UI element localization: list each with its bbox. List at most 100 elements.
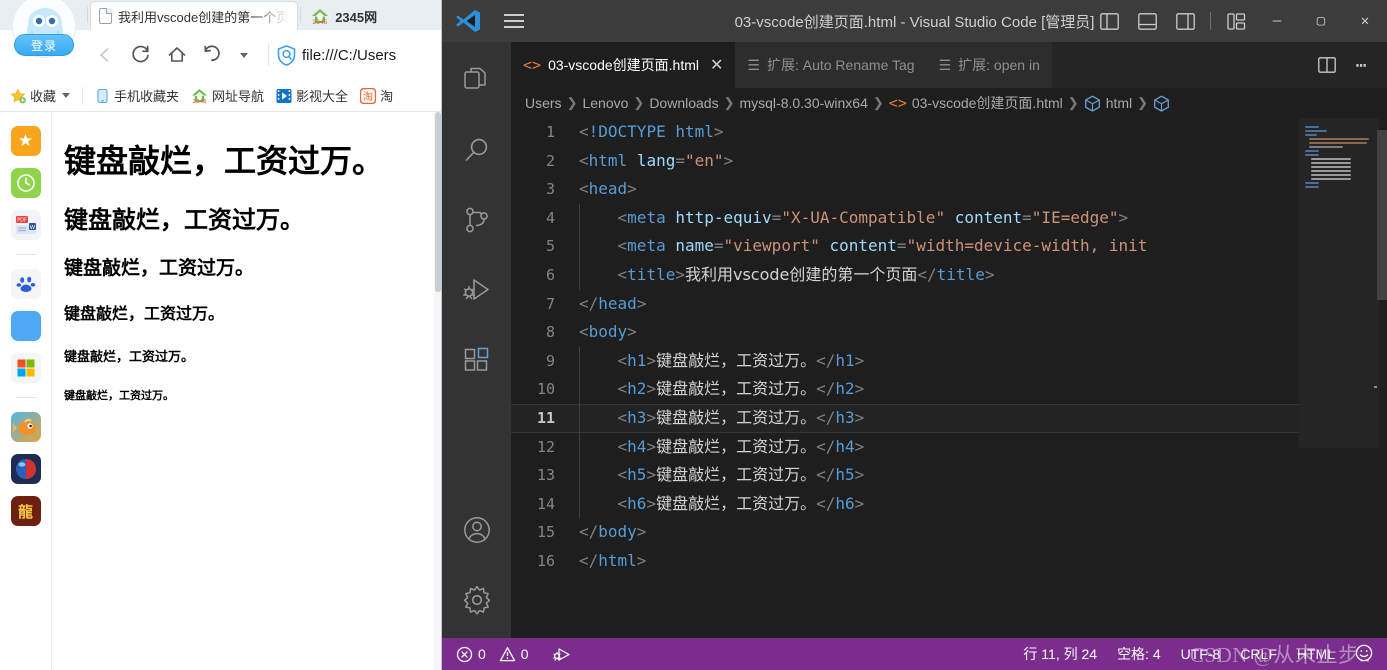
code-editor[interactable]: 1 <!DOCTYPE html> 2 <html lang="en"> 3 <head>…: [511, 118, 1387, 638]
microsoft-icon[interactable]: [10, 353, 41, 383]
indentation-status[interactable]: 空格: 4: [1117, 644, 1161, 664]
problems-status[interactable]: 0 0: [456, 646, 529, 663]
explorer-icon[interactable]: [453, 56, 501, 104]
settings-gear-icon[interactable]: [453, 576, 501, 624]
editor-tab-2[interactable]: ☰ 扩展: open in: [926, 42, 1052, 88]
editor-scrollbar-thumb[interactable]: [1377, 130, 1387, 300]
code-token: content: [954, 207, 1023, 227]
code-line[interactable]: 14 <h6>键盘敲烂，工资过万。</h6>: [511, 489, 1299, 519]
code-text: <h1>键盘敲烂，工资过万。</h1>: [579, 346, 864, 376]
code-line[interactable]: 9 <h1>键盘敲烂，工资过万。</h1>: [511, 346, 1299, 376]
dragon-game-icon[interactable]: 龍: [10, 496, 41, 526]
code-line[interactable]: 15 </body>: [511, 518, 1299, 547]
more-actions-icon[interactable]: ⋯: [1345, 42, 1377, 88]
history-clock-icon[interactable]: [10, 168, 41, 198]
favorites-icon[interactable]: ★: [10, 126, 41, 156]
code-line[interactable]: 3 <head>: [511, 175, 1299, 204]
vscode-window: 03-vscode创建页面.html - Visual Studio Code …: [442, 0, 1387, 670]
close-icon[interactable]: ✕: [710, 55, 723, 75]
home-button[interactable]: [160, 38, 194, 72]
fish-game-icon[interactable]: [10, 412, 41, 442]
code-token: 键盘敲烂，工资过万。: [656, 350, 817, 370]
code-token: >: [854, 493, 865, 513]
run-and-debug-icon[interactable]: [453, 266, 501, 314]
code-line[interactable]: 5 <meta name="viewport" content="width=d…: [511, 232, 1299, 261]
minimize-button[interactable]: —: [1255, 0, 1299, 42]
title-bar-actions: — ▢ ✕: [1090, 0, 1387, 42]
address-bar[interactable]: file:///C:/Users: [277, 44, 442, 66]
breadcrumb-item-5[interactable]: html: [1106, 95, 1132, 111]
accounts-icon[interactable]: [453, 506, 501, 554]
code-line[interactable]: 1 <!DOCTYPE html>: [511, 118, 1299, 147]
vscode-logo-button[interactable]: [442, 8, 494, 34]
code-line[interactable]: 10 <h2>键盘敲烂，工资过万。</h2>: [511, 375, 1299, 404]
bookmark-taobao[interactable]: 淘 淘: [356, 84, 397, 107]
code-line[interactable]: 7 </head>: [511, 290, 1299, 319]
login-button[interactable]: 登录: [14, 34, 74, 56]
rail-divider: [15, 397, 36, 398]
toggle-primary-sidebar-icon[interactable]: [1090, 0, 1128, 42]
blue-app-icon[interactable]: [10, 311, 41, 341]
bookmark-mobile-favorites[interactable]: 手机收藏夹: [91, 84, 183, 107]
html-file-icon: <>: [888, 94, 907, 112]
pdf-to-word-icon[interactable]: PDF W: [10, 210, 41, 240]
smiley-icon[interactable]: [1355, 644, 1373, 665]
back-button[interactable]: [88, 38, 122, 72]
encoding-status[interactable]: UTF-8: [1181, 646, 1221, 662]
browser-tab-1[interactable]: 2345 2345网: [303, 2, 385, 30]
code-line[interactable]: 2 <html lang="en">: [511, 147, 1299, 176]
maximize-button[interactable]: ▢: [1299, 0, 1343, 42]
history-dropdown-button[interactable]: [226, 38, 260, 72]
bookmark-favorites[interactable]: 收藏: [6, 84, 74, 107]
indent-guide: [579, 375, 580, 404]
code-line[interactable]: 11 <h3>键盘敲烂，工资过万。</h3>: [511, 403, 1299, 433]
breadcrumb-item-1[interactable]: Lenovo: [582, 95, 628, 111]
remote-ports-status[interactable]: [552, 646, 572, 663]
line-number: 11: [536, 408, 555, 427]
close-button[interactable]: ✕: [1343, 0, 1387, 42]
line-number: 12: [536, 437, 555, 456]
reload-button[interactable]: [124, 38, 158, 72]
breadcrumb-item-4[interactable]: 03-vscode创建页面.html: [912, 93, 1063, 113]
code-line[interactable]: 12 <h4>键盘敲烂，工资过万。</h4>: [511, 432, 1299, 462]
history-button[interactable]: [196, 38, 230, 72]
code-lines[interactable]: 1 <!DOCTYPE html> 2 <html lang="en"> 3 <head>…: [511, 118, 1299, 638]
breadcrumb-separator: ❯: [723, 95, 735, 110]
svg-text:PDF: PDF: [17, 218, 27, 224]
hamburger-menu-icon[interactable]: [494, 14, 534, 28]
browser-tab-0[interactable]: 我利用vscode创建的第一个页: [90, 1, 299, 30]
extensions-icon[interactable]: [453, 336, 501, 384]
minimap[interactable]: [1299, 118, 1387, 638]
code-line[interactable]: 13 <h5>键盘敲烂，工资过万。</h5>: [511, 461, 1299, 490]
editor-scrollbar[interactable]: [1377, 118, 1387, 638]
breadcrumb-item-3[interactable]: mysql-8.0.30-winx64: [739, 95, 867, 111]
code-line[interactable]: 16 </html>: [511, 547, 1299, 576]
code-line[interactable]: 4 <meta http-equiv="X-UA-Compatible" con…: [511, 203, 1299, 233]
code-text: <title>我利用vscode创建的第一个页面</title>: [579, 260, 994, 290]
browser-tab-label: 我利用vscode创建的第一个页: [118, 9, 290, 25]
eol-status[interactable]: CRLF: [1240, 646, 1277, 662]
editor-tab-label: 03-vscode创建页面.html: [548, 57, 699, 73]
editor-tab-1[interactable]: ☰ 扩展: Auto Rename Tag: [735, 42, 927, 88]
breadcrumb-item-0[interactable]: Users: [525, 95, 562, 111]
language-mode-status[interactable]: HTML: [1297, 646, 1335, 662]
code-token: >: [627, 322, 637, 342]
source-control-icon[interactable]: [453, 196, 501, 244]
marble-game-icon[interactable]: [10, 454, 41, 484]
toggle-panel-icon[interactable]: [1128, 0, 1166, 42]
cursor-position-status[interactable]: 行 11, 列 24: [1023, 644, 1097, 664]
code-token: >: [854, 407, 865, 427]
bookmark-nav-site[interactable]: 2345 网址导航: [187, 84, 268, 107]
bookmark-video[interactable]: 影视大全: [272, 84, 352, 107]
customize-layout-icon[interactable]: [1217, 0, 1255, 42]
split-editor-right-icon[interactable]: [1311, 42, 1343, 88]
code-line[interactable]: 8 <body>: [511, 318, 1299, 347]
browser-account-area[interactable]: 登录: [0, 0, 85, 70]
editor-tab-0[interactable]: <> 03-vscode创建页面.html ✕: [511, 42, 736, 88]
search-icon[interactable]: [453, 126, 501, 174]
baidu-icon[interactable]: [10, 269, 41, 299]
breadcrumb-item-2[interactable]: Downloads: [649, 95, 718, 111]
code-line[interactable]: 6 <title>我利用vscode创建的第一个页面</title>: [511, 260, 1299, 290]
toggle-secondary-sidebar-icon[interactable]: [1166, 0, 1204, 42]
symbol-field-icon: [1084, 94, 1100, 112]
